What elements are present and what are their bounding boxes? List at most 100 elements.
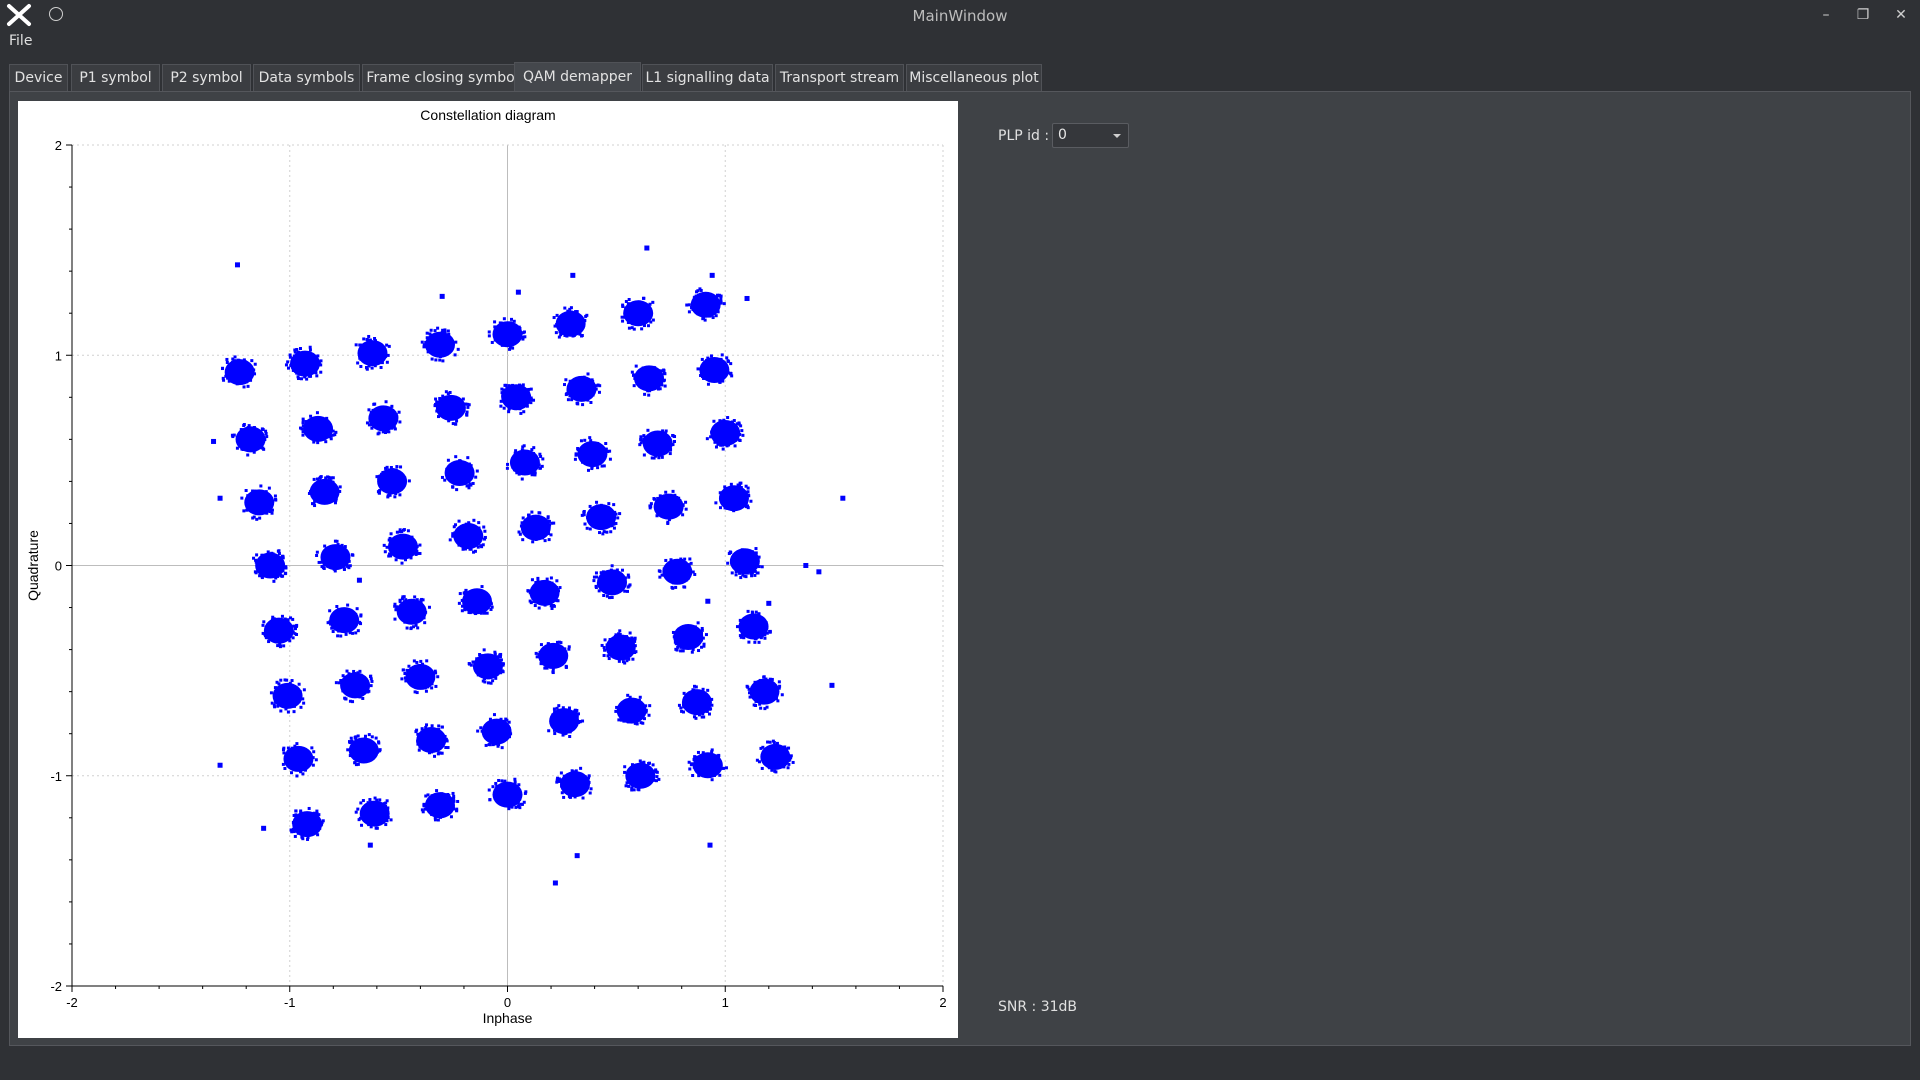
constellation-point — [626, 717, 630, 721]
constellation-point — [640, 370, 644, 374]
constellation-point — [445, 476, 449, 480]
constellation-point — [740, 429, 744, 433]
constellation-point — [385, 360, 389, 364]
constellation-point — [273, 693, 277, 697]
constellation-point — [452, 794, 456, 798]
constellation-point — [706, 361, 710, 365]
constellation-point — [656, 387, 660, 391]
constellation-point — [526, 451, 530, 455]
constellation-point — [333, 539, 337, 543]
constellation-point — [435, 354, 439, 358]
constellation-point — [604, 442, 608, 446]
constellation-point — [450, 798, 454, 802]
constellation-point — [311, 437, 315, 441]
constellation-point — [395, 605, 399, 609]
tab-qam-demapper[interactable]: QAM demapper — [514, 62, 641, 91]
constellation-point — [284, 707, 288, 711]
constellation-point — [518, 532, 522, 536]
constellation-point — [267, 486, 271, 490]
constellation-point — [656, 496, 660, 500]
constellation-point — [418, 551, 422, 555]
constellation-point — [600, 580, 604, 584]
constellation-point — [660, 573, 664, 577]
constellation-point — [437, 724, 441, 728]
constellation-point — [373, 802, 377, 806]
y-axis-label: Quadrature — [25, 530, 41, 601]
constellation-point — [367, 334, 371, 338]
constellation-point — [403, 602, 407, 606]
constellation-point — [690, 650, 694, 654]
constellation-point — [487, 597, 491, 601]
constellation-point — [732, 556, 736, 560]
constellation-point — [541, 457, 545, 461]
constellation-point — [437, 400, 441, 404]
constellation-point — [280, 554, 284, 558]
constellation-point — [424, 610, 428, 614]
constellation-point — [558, 708, 562, 712]
constellation-point — [257, 561, 261, 565]
constellation-point — [587, 774, 591, 778]
constellation-point — [293, 821, 297, 825]
constellation-point — [756, 571, 760, 575]
constellation-point — [575, 378, 579, 382]
constellation-point — [741, 433, 745, 437]
minimize-button[interactable]: – — [1815, 5, 1837, 25]
tab-transport-stream[interactable]: Transport stream — [775, 64, 904, 91]
tab-data-symbols[interactable]: Data symbols — [253, 64, 360, 91]
constellation-point — [394, 608, 398, 612]
constellation-point — [453, 415, 457, 419]
constellation-point — [490, 340, 494, 344]
constellation-point — [459, 402, 463, 406]
tab-l1-signalling-data[interactable]: L1 signalling data — [642, 64, 773, 91]
constellation-point — [347, 673, 351, 677]
constellation-point — [363, 807, 367, 811]
tab-miscellaneous-plot[interactable]: Miscellaneous plot — [906, 64, 1042, 91]
constellation-point — [415, 691, 419, 695]
constellation-point — [623, 315, 627, 319]
constellation-point — [373, 822, 377, 826]
constellation-point — [260, 576, 264, 580]
constellation-point — [506, 462, 510, 466]
constellation-point — [530, 578, 534, 582]
tab-p1-symbol[interactable]: P1 symbol — [71, 64, 160, 91]
constellation-point — [662, 371, 666, 375]
constellation-point — [617, 718, 621, 722]
close-button[interactable]: ✕ — [1890, 5, 1912, 25]
constellation-point — [643, 392, 647, 396]
constellation-point — [389, 818, 393, 822]
constellation-point — [311, 763, 315, 767]
constellation-point — [662, 567, 666, 571]
constellation-point — [459, 407, 463, 411]
constellation-point — [535, 516, 539, 520]
outlier-point — [574, 853, 580, 859]
tab-p2-symbol[interactable]: P2 symbol — [162, 64, 251, 91]
menu-file[interactable]: File — [9, 33, 32, 49]
constellation-point — [416, 732, 420, 736]
constellation-point — [292, 830, 296, 834]
constellation-point — [471, 481, 475, 485]
constellation-point — [420, 340, 424, 344]
constellation-point — [412, 541, 416, 545]
constellation-point — [315, 411, 319, 415]
constellation-point — [735, 554, 739, 558]
constellation-point — [355, 756, 359, 760]
constellation-point — [597, 589, 601, 593]
constellation-point — [699, 631, 703, 635]
constellation-point — [312, 750, 316, 754]
constellation-point — [450, 478, 454, 482]
constellation-point — [747, 614, 751, 618]
constellation-point — [559, 771, 563, 775]
constellation-point — [361, 689, 365, 693]
tab-device[interactable]: Device — [9, 64, 68, 91]
restore-button[interactable]: ❐ — [1852, 5, 1874, 25]
constellation-point — [283, 684, 287, 688]
constellation-point — [310, 746, 314, 750]
tab-frame-closing-symbol[interactable]: Frame closing symbol — [362, 64, 523, 91]
constellation-chart: -2 -1 0 1 2-2-1012Constellation diagramInpha… — [25, 107, 947, 1026]
constellation-point — [609, 568, 613, 572]
constellation-point — [428, 332, 432, 336]
constellation-point — [298, 347, 302, 351]
constellation-point — [430, 724, 434, 728]
constellation-plot[interactable]: -2 -1 0 1 2 -2 -1 0 1 2 Constellation diagram Inpha… — [18, 101, 958, 1038]
plp-id-combobox[interactable]: 0 — [1052, 123, 1129, 148]
